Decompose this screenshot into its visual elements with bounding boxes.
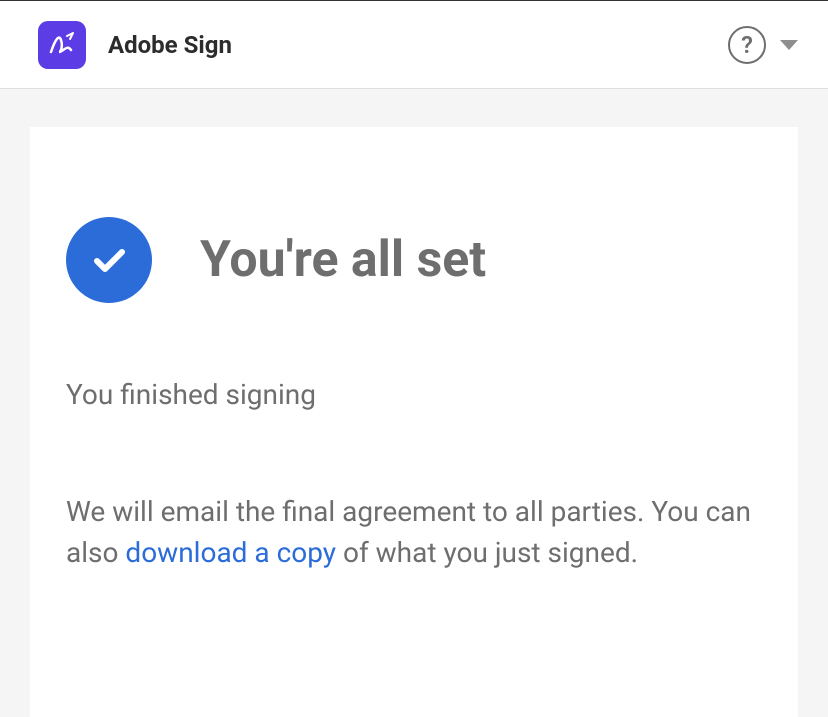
success-badge: [66, 217, 152, 303]
app-header: Adobe Sign ?: [0, 1, 828, 89]
hero-row: You're all set: [66, 217, 762, 303]
content-area: You're all set You finished signing We w…: [0, 89, 828, 717]
download-copy-link[interactable]: download a copy: [125, 536, 336, 569]
checkmark-icon: [85, 236, 133, 284]
info-text: We will email the final agreement to all…: [66, 492, 762, 573]
app-title: Adobe Sign: [108, 31, 232, 59]
confirmation-card: You're all set You finished signing We w…: [30, 127, 798, 717]
help-button[interactable]: ?: [728, 26, 766, 64]
chevron-down-icon[interactable]: [780, 40, 798, 50]
hero-title: You're all set: [200, 231, 486, 289]
status-text: You finished signing: [66, 375, 762, 414]
help-icon: ?: [741, 31, 753, 59]
signature-icon: [47, 30, 77, 60]
adobe-sign-logo: [38, 21, 86, 69]
info-text-after: of what you just signed.: [336, 536, 638, 569]
